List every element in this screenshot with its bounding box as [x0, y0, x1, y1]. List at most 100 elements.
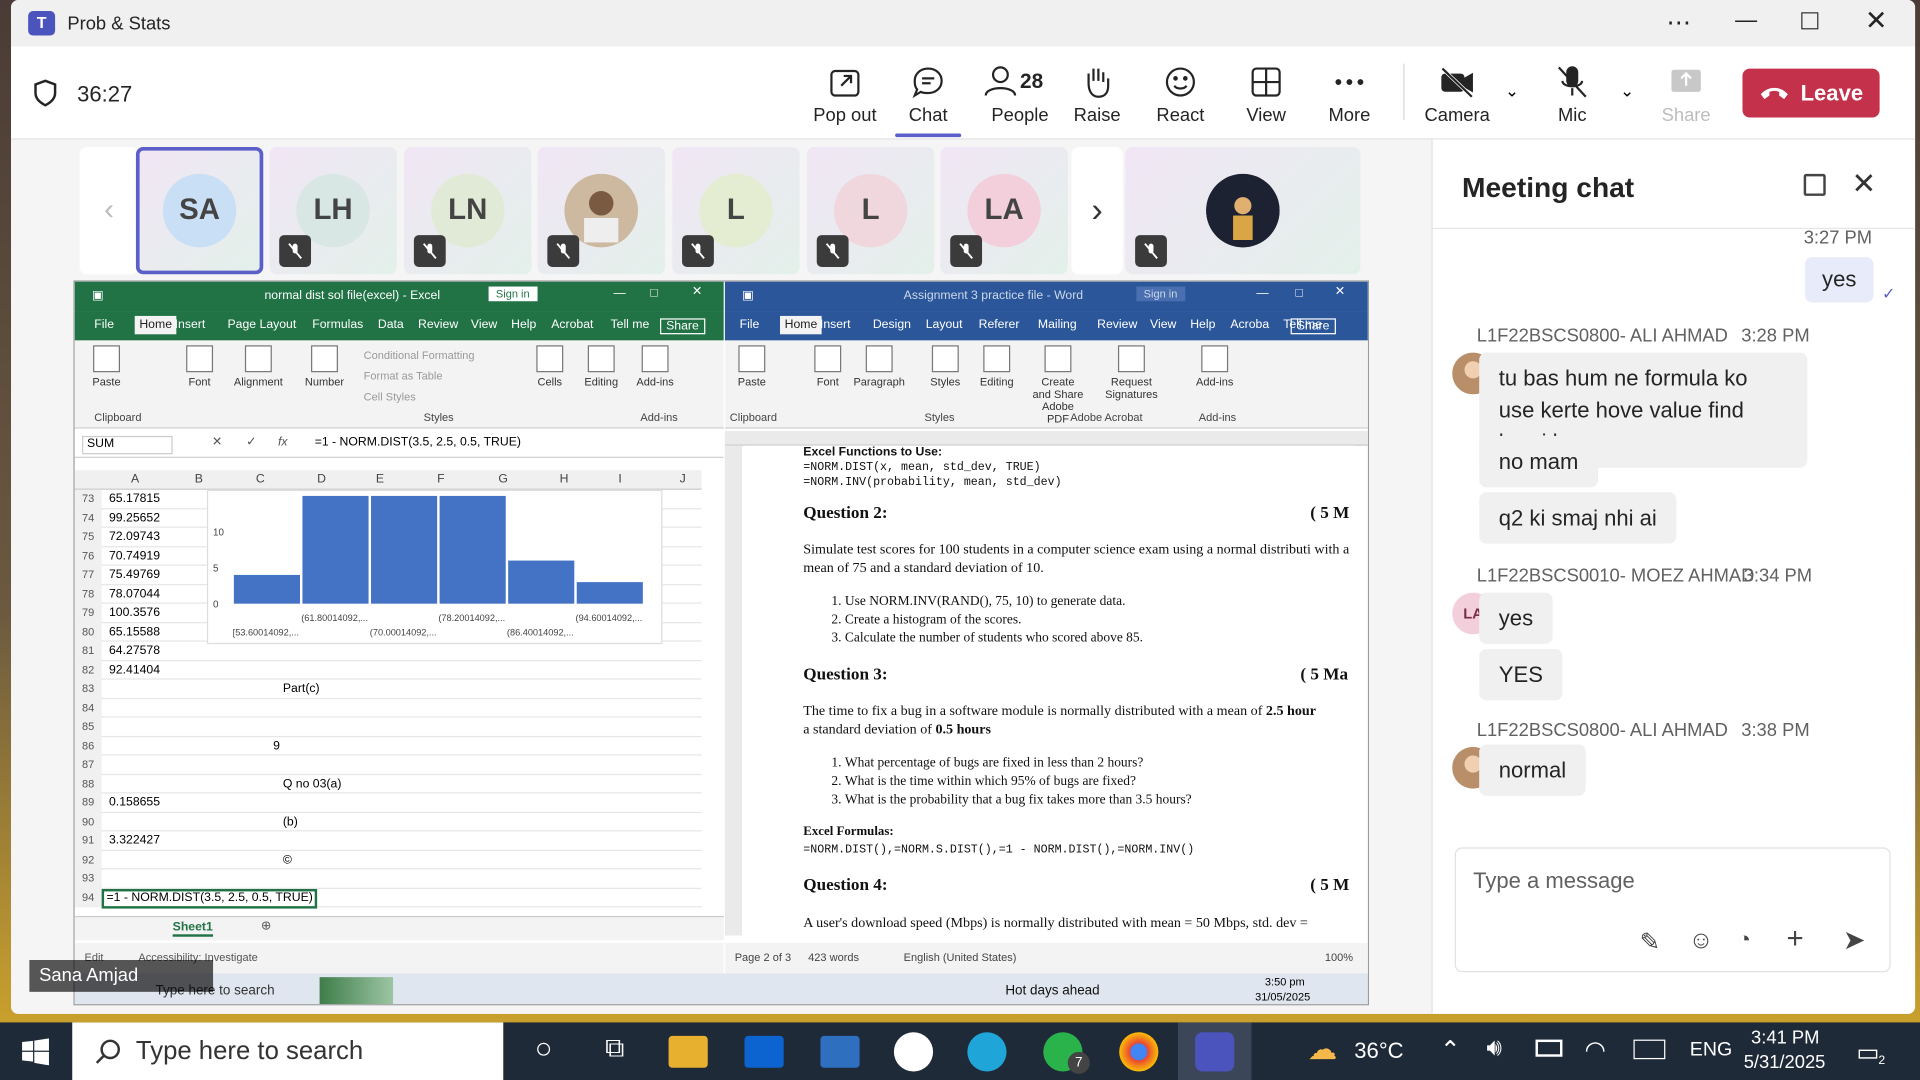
share-button[interactable]: Share	[1643, 64, 1729, 126]
row-number[interactable]: 91	[74, 831, 102, 851]
function-icon[interactable]: fx	[278, 436, 288, 449]
cell-a[interactable]: 75.49769	[109, 566, 160, 584]
cell-a[interactable]: 99.25652	[109, 509, 160, 527]
document-page[interactable]: Excel Functions to Use: =NORM.DIST(x, me…	[744, 445, 1355, 936]
column-header[interactable]: E	[376, 473, 384, 486]
gallery-prev-button[interactable]: ‹	[79, 146, 139, 275]
pop-out-button[interactable]: Pop out	[802, 64, 888, 126]
ribbon-group-button[interactable]: Create and Share Adobe PDF	[1031, 345, 1085, 425]
column-header[interactable]: G	[498, 473, 508, 486]
column-header[interactable]: F	[437, 473, 444, 486]
react-button[interactable]: React	[1138, 64, 1224, 126]
github-icon[interactable]	[893, 1032, 934, 1072]
ribbon-tab[interactable]: Layout	[926, 318, 963, 331]
row-number[interactable]: 89	[74, 793, 102, 813]
ribbon-group-button[interactable]: Font	[801, 345, 855, 388]
word-count[interactable]: 423 words	[808, 951, 859, 963]
column-header[interactable]: B	[195, 473, 203, 486]
wifi-icon[interactable]: ◠	[1585, 1035, 1606, 1066]
row-number[interactable]: 94	[74, 888, 102, 908]
ribbon-group-button[interactable]: Request Signatures	[1104, 345, 1158, 400]
ribbon-tab[interactable]: Insert	[820, 318, 851, 331]
cell-d[interactable]: ©	[283, 850, 292, 868]
participant-tile[interactable]: LN	[404, 146, 532, 275]
row-number[interactable]: 80	[74, 622, 102, 642]
cell-d[interactable]: Part(c)	[283, 680, 320, 698]
row-number[interactable]: 87	[74, 755, 102, 775]
ribbon-group-button[interactable]: Editing	[970, 345, 1024, 388]
column-header[interactable]: A	[131, 473, 139, 486]
ribbon-tab[interactable]: File	[740, 318, 760, 331]
ribbon-tab[interactable]: Review	[1097, 318, 1137, 331]
cell-d[interactable]: (b)	[283, 812, 298, 830]
ribbon-group-button[interactable]: Paragraph	[852, 345, 906, 388]
save-icon[interactable]: ▣	[92, 289, 104, 302]
word-signin-button[interactable]: Sign in	[1136, 286, 1185, 302]
close-chat-button[interactable]: ✕	[1851, 167, 1876, 203]
teams-taskbar-active[interactable]	[1177, 1022, 1252, 1080]
ribbon-group-button[interactable]: Alignment	[231, 345, 285, 388]
mic-options-chevron-icon[interactable]: ⌄	[1620, 81, 1634, 102]
row-number[interactable]: 85	[74, 717, 102, 737]
camera-button[interactable]: Camera	[1414, 64, 1500, 126]
weather-icon[interactable]: ☁	[1308, 1032, 1347, 1071]
windows-start-icon[interactable]	[22, 1038, 49, 1066]
conditional-formatting[interactable]: Conditional Formatting	[364, 345, 475, 366]
compose-box[interactable]: Type a message ✎ ☺ ◔ + ➤	[1454, 847, 1891, 973]
participant-tile[interactable]	[537, 146, 665, 275]
ribbon-group-button[interactable]: Styles	[918, 345, 972, 388]
send-icon[interactable]: ➤	[1843, 924, 1866, 956]
excel-share-button[interactable]: Share	[660, 318, 705, 335]
cell-d[interactable]: 9	[273, 737, 280, 755]
task-view-icon[interactable]: ⧉	[595, 1032, 634, 1071]
row-number[interactable]: 77	[74, 565, 102, 585]
ribbon-tab[interactable]: Formulas	[312, 318, 363, 331]
row-number[interactable]: 81	[74, 641, 102, 661]
language-indicator[interactable]: ENG	[1690, 1040, 1732, 1062]
row-number[interactable]: 74	[74, 508, 102, 528]
mic-button[interactable]: Mic	[1529, 64, 1615, 126]
ribbon-group-button[interactable]: Add-ins	[628, 345, 682, 388]
close-window-button[interactable]: ✕	[1865, 5, 1888, 37]
cancel-icon[interactable]: ✕	[212, 436, 222, 449]
cell-a[interactable]: 0.158655	[109, 793, 160, 811]
keyboard-icon[interactable]	[1633, 1039, 1666, 1060]
camera-options-chevron-icon[interactable]: ⌄	[1505, 81, 1519, 102]
ribbon-tab[interactable]: Referer	[979, 318, 1020, 331]
raise-hand-button[interactable]: Raise	[1054, 64, 1140, 126]
ribbon-tab[interactable]: Help	[511, 318, 536, 331]
ribbon-tab[interactable]: Design	[873, 318, 911, 331]
ribbon-tab[interactable]: Review	[418, 318, 458, 331]
temperature[interactable]: 36°C	[1354, 1038, 1403, 1064]
participant-tile[interactable]: SA	[135, 146, 264, 275]
row-number[interactable]: 92	[74, 850, 102, 870]
cell-a[interactable]: 100.3576	[109, 604, 160, 622]
emoji-icon[interactable]: ☺	[1689, 927, 1714, 955]
row-number[interactable]: 79	[74, 603, 102, 623]
cell-d[interactable]: Q no 03(a)	[283, 774, 342, 792]
column-header[interactable]: D	[317, 473, 326, 486]
sheet-tab[interactable]: Sheet1	[172, 921, 213, 937]
ribbon-tab[interactable]: Home	[134, 315, 177, 335]
maximize-button[interactable]: □	[1296, 287, 1303, 300]
ribbon-tab[interactable]: Insert	[175, 318, 206, 331]
ribbon-tab[interactable]: Acroba	[1230, 318, 1269, 331]
participant-tile[interactable]: LH	[269, 146, 397, 275]
cell-a[interactable]: 72.09743	[109, 528, 160, 546]
row-number[interactable]: 84	[74, 698, 102, 718]
name-box[interactable]: SUM	[82, 435, 173, 455]
format-as-table[interactable]: Format as Table	[364, 366, 475, 387]
row-number[interactable]: 86	[74, 736, 102, 756]
store-icon[interactable]	[744, 1035, 784, 1068]
participant-tile[interactable]: LA	[940, 146, 1068, 275]
more-options-icon[interactable]: ⋯	[1667, 7, 1691, 38]
add-sheet-icon[interactable]: ⊕	[261, 920, 271, 933]
cell-a[interactable]: 70.74919	[109, 547, 160, 565]
row-number[interactable]: 93	[74, 869, 102, 889]
app-icon[interactable]	[820, 1035, 860, 1068]
attach-plus-icon[interactable]: +	[1787, 922, 1804, 956]
loop-icon[interactable]: ◔	[1738, 927, 1751, 953]
ribbon-tab[interactable]: Mailing	[1038, 318, 1077, 331]
word-share-button[interactable]: Share	[1290, 318, 1336, 335]
confirm-icon[interactable]: ✓	[246, 436, 256, 449]
